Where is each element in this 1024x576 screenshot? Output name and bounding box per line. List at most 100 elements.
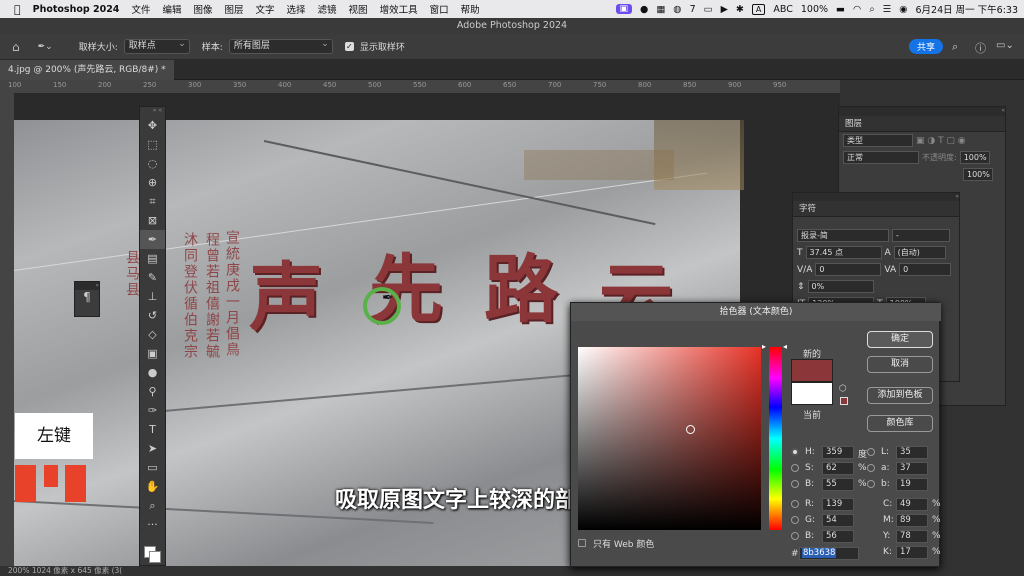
pen-tool-icon[interactable]: ✑ <box>140 401 165 420</box>
mini-panel[interactable]: » ¶ <box>74 281 100 317</box>
tracking-input[interactable]: 0 <box>899 263 952 276</box>
lab-b-input[interactable]: 19 <box>896 478 928 491</box>
wechat-icon[interactable]: ◍ <box>673 4 681 15</box>
type-tool-icon[interactable]: T <box>140 420 165 439</box>
blue-input[interactable]: 56 <box>822 530 854 543</box>
document-tab[interactable]: 4.jpg @ 200% (声先路云, RGB/8#) * <box>0 60 174 80</box>
search-icon[interactable]: ⌕ <box>869 4 874 15</box>
menu-view[interactable]: 视图 <box>349 2 368 16</box>
web-safe-swatch[interactable] <box>840 397 848 405</box>
horizontal-ruler[interactable]: 100 150 200 250 300 350 400 450 500 550 600 650 700 7… <box>0 80 840 93</box>
add-to-swatches-button[interactable]: 添加到色板 <box>867 387 933 404</box>
battery-icon[interactable]: ▬ <box>836 4 845 15</box>
grid-icon[interactable]: ▦ <box>656 4 665 15</box>
zoom-tool-icon[interactable]: ⌕ <box>140 496 165 515</box>
menu-select[interactable]: 选择 <box>287 2 306 16</box>
gamut-warning-icon[interactable]: ⬡ <box>839 384 847 394</box>
radio-h[interactable] <box>791 448 799 456</box>
menu-edit[interactable]: 编辑 <box>162 2 181 16</box>
app-menu[interactable]: Photoshop 2024 <box>33 4 120 15</box>
fill-input[interactable]: 100% <box>963 168 993 181</box>
vscale-input[interactable]: 0% <box>807 280 874 293</box>
font-style-select[interactable]: - <box>892 229 950 242</box>
menu-file[interactable]: 文件 <box>131 2 150 16</box>
kerning-input[interactable]: 0 <box>815 263 882 276</box>
quick-select-tool-icon[interactable]: ⊕ <box>140 173 165 192</box>
stamp-tool-icon[interactable]: ⊥ <box>140 287 165 306</box>
m-input[interactable]: 89 <box>896 514 928 527</box>
hue-slider[interactable] <box>769 347 782 530</box>
input-source[interactable]: ABC <box>773 4 792 15</box>
more-tools-icon[interactable]: ··· <box>140 515 165 534</box>
lasso-tool-icon[interactable]: ◌ <box>140 154 165 173</box>
search-icon[interactable]: ⌕ <box>952 40 958 54</box>
apple-icon[interactable]:  <box>14 3 21 16</box>
layer-kind-filter[interactable]: 类型 <box>843 134 913 147</box>
color-swatches[interactable] <box>140 534 165 564</box>
hat-icon[interactable]: ● <box>640 4 648 15</box>
menu-plugins[interactable]: 增效工具 <box>380 2 418 16</box>
frame-tool-icon[interactable]: ⊠ <box>140 211 165 230</box>
gradient-tool-icon[interactable]: ▣ <box>140 344 165 363</box>
dodge-tool-icon[interactable]: ⚲ <box>140 382 165 401</box>
c-input[interactable]: 49 <box>896 498 928 511</box>
menu-layer[interactable]: 图层 <box>224 2 243 16</box>
color-libraries-button[interactable]: 颜色库 <box>867 415 933 432</box>
play-icon[interactable]: ▶ <box>721 4 728 15</box>
path-select-tool-icon[interactable]: ➤ <box>140 439 165 458</box>
radio-s[interactable] <box>791 464 799 472</box>
vertical-ruler[interactable] <box>0 93 14 566</box>
marquee-tool-icon[interactable]: ⬚ <box>140 135 165 154</box>
eyedropper-tool-icon[interactable]: ✒ <box>140 230 165 249</box>
move-tool-icon[interactable]: ✥ <box>140 116 165 135</box>
font-family-select[interactable]: 报录-简 <box>797 229 889 242</box>
h-input[interactable]: 359 <box>822 446 854 459</box>
hex-input[interactable]: 8b3638 <box>799 547 859 560</box>
home-icon[interactable]: ⌂ <box>12 40 20 54</box>
a-input[interactable]: 37 <box>896 462 928 475</box>
blur-tool-icon[interactable]: ● <box>140 363 165 382</box>
ok-button[interactable]: 确定 <box>867 331 933 348</box>
g-input[interactable]: 54 <box>822 514 854 527</box>
help-icon[interactable]: ⓘ <box>975 40 986 56</box>
input-a-icon[interactable]: A <box>751 3 766 15</box>
crop-tool-icon[interactable]: ⌗ <box>140 192 165 211</box>
healing-tool-icon[interactable]: ▤ <box>140 249 165 268</box>
font-size-input[interactable]: 37.45 点 <box>805 246 882 259</box>
paragraph-icon[interactable]: ¶ <box>75 290 99 304</box>
radio-lab-b[interactable] <box>867 480 875 488</box>
r-input[interactable]: 139 <box>822 498 854 511</box>
sample-select[interactable]: 所有图层 <box>228 38 333 54</box>
hue-slider-left-arrow[interactable]: ▸ <box>762 342 766 351</box>
datetime[interactable]: 6月24日 周一 下午6:33 <box>915 2 1018 16</box>
menu-window[interactable]: 窗口 <box>430 2 449 16</box>
opacity-input[interactable]: 100% <box>959 151 990 164</box>
eyedropper-preset-icon[interactable]: ✒⌄ <box>38 42 53 52</box>
history-brush-icon[interactable]: ↺ <box>140 306 165 325</box>
share-button[interactable]: 共享 <box>909 39 944 54</box>
y-input[interactable]: 78 <box>896 530 928 543</box>
radio-b[interactable] <box>791 480 799 488</box>
workspace-icon[interactable]: ▭⌄ <box>996 40 1014 51</box>
b-input[interactable]: 55 <box>822 478 854 491</box>
saturation-brightness-field[interactable] <box>578 347 761 530</box>
show-ring-checkbox[interactable]: ✓ <box>344 42 354 51</box>
radio-blue[interactable] <box>791 532 799 540</box>
cancel-button[interactable]: 取消 <box>867 356 933 373</box>
current-color-swatch[interactable] <box>791 382 833 405</box>
menu-filter[interactable]: 滤镜 <box>318 2 337 16</box>
blend-mode-select[interactable]: 正常 <box>843 151 919 164</box>
web-only-checkbox[interactable] <box>578 539 586 547</box>
radio-a[interactable] <box>867 464 875 472</box>
radio-l[interactable] <box>867 448 875 456</box>
radio-g[interactable] <box>791 516 799 524</box>
siri-icon[interactable]: ◉ <box>899 4 907 15</box>
screen-record-icon[interactable]: ▣ <box>615 4 633 14</box>
radio-r[interactable] <box>791 500 799 508</box>
rectangle-tool-icon[interactable]: ▭ <box>140 458 165 477</box>
menu-image[interactable]: 图像 <box>193 2 212 16</box>
sample-size-select[interactable]: 取样点 <box>123 38 190 54</box>
brush-tool-icon[interactable]: ✎ <box>140 268 165 287</box>
s-input[interactable]: 62 <box>822 462 854 475</box>
display-icon[interactable]: ▭ <box>704 4 713 15</box>
